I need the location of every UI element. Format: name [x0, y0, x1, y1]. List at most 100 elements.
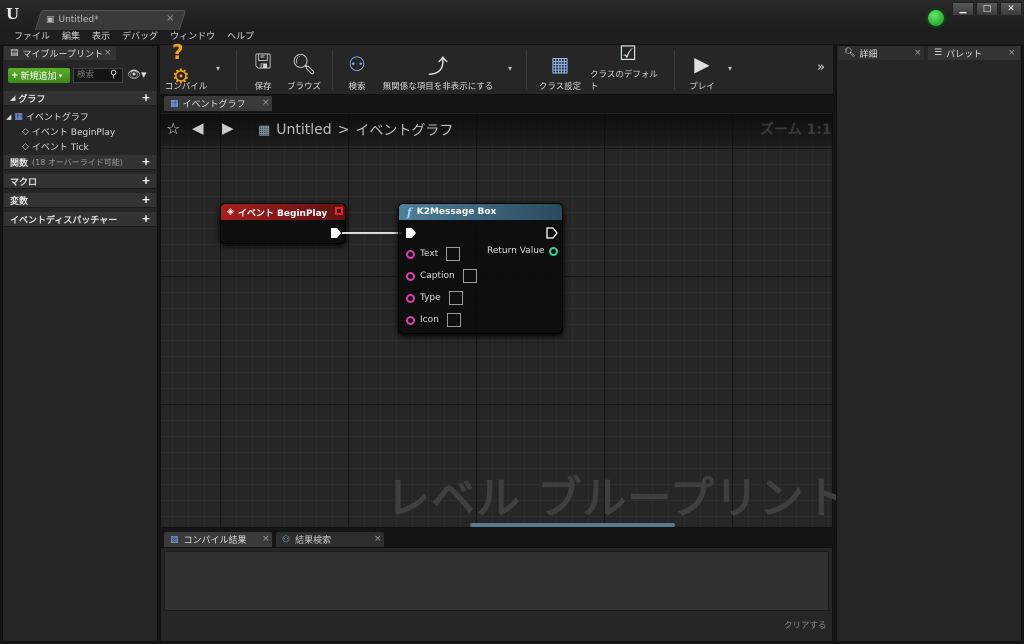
tree-item-event-beginplay-label: イベント BeginPlay	[31, 128, 116, 138]
compile-results-tab-close-icon[interactable]: ×	[262, 534, 270, 544]
book-icon: ▤	[10, 48, 19, 58]
details-tab-close-icon[interactable]: ×	[914, 48, 922, 58]
minimize-button[interactable]: ▁	[952, 2, 974, 16]
tree-item-event-tick[interactable]: ◇ イベント Tick	[22, 140, 89, 154]
find-results-tab-close-icon[interactable]: ×	[374, 534, 382, 544]
type-input-pin[interactable]	[406, 293, 415, 303]
return-value-output-pin[interactable]	[549, 246, 559, 256]
binoculars-icon: ⚇	[348, 52, 366, 76]
document-tab[interactable]: ▣ Untitled*	[46, 12, 99, 28]
menu-file[interactable]: ファイル	[8, 30, 56, 44]
play-button[interactable]: ▶ プレイ	[682, 48, 722, 92]
class-settings-icon: ▦	[550, 52, 570, 76]
menu-debug[interactable]: デバッグ	[116, 30, 164, 44]
palette-tab[interactable]: ☰ パレット	[928, 46, 1020, 60]
toolbar-separator	[526, 50, 527, 90]
compile-results-log	[164, 551, 829, 611]
find-results-tab[interactable]: ⚇ 結果検索	[276, 532, 384, 547]
add-function-plus-icon[interactable]: +	[140, 156, 152, 168]
find-button[interactable]: ⚇ 検索	[340, 48, 374, 92]
class-defaults-button[interactable]: ☑ クラスのデフォルト	[590, 41, 666, 92]
tree-item-event-tick-label: イベント Tick	[31, 143, 89, 153]
exec-output-pin-icon[interactable]	[546, 227, 558, 239]
class-settings-button[interactable]: ▦ クラス設定	[536, 48, 584, 92]
source-control-status-icon[interactable]	[926, 8, 946, 28]
add-dispatcher-plus-icon[interactable]: +	[140, 213, 152, 225]
forward-arrow-icon[interactable]: ▶	[222, 119, 234, 137]
exec-wire[interactable]	[342, 232, 402, 234]
breadcrumb-separator: >	[337, 122, 350, 138]
compile-results-tab-label: コンパイル結果	[183, 536, 247, 546]
text-input-pin[interactable]	[406, 249, 415, 259]
hide-unrelated-button[interactable]: ⤴ 無関係な項目を非表示にする	[378, 48, 498, 93]
add-new-button[interactable]: + 新規追加 ▾	[8, 68, 70, 83]
add-variable-plus-icon[interactable]: +	[140, 194, 152, 206]
back-arrow-icon[interactable]: ◀	[192, 119, 204, 137]
details-tab[interactable]: 🔍︎ 詳細	[838, 46, 924, 60]
delegate-pin[interactable]	[335, 207, 343, 215]
toolbar-overflow-icon[interactable]: »	[817, 60, 825, 75]
search-icon[interactable]: ⚲	[110, 69, 117, 80]
save-button[interactable]: 🖫 保存	[246, 48, 280, 92]
compile-dropdown-icon[interactable]: ▾	[216, 64, 220, 73]
view-options-eye-icon[interactable]: 👁︎▾	[127, 68, 147, 81]
message-box-node-title: K2Message Box	[416, 207, 497, 217]
section-functions[interactable]: 関数 (18 オーバーライド可能) +	[4, 155, 156, 170]
section-macros[interactable]: マクロ +	[4, 174, 156, 189]
document-tab-close-icon[interactable]: ×	[166, 13, 174, 24]
favorite-star-icon[interactable]: ☆	[166, 119, 180, 138]
maximize-button[interactable]: □	[976, 2, 998, 16]
section-event-dispatchers[interactable]: イベントディスパッチャー +	[4, 212, 156, 227]
breadcrumb-current[interactable]: イベントグラフ	[355, 120, 453, 140]
dropdown-arrow-icon: ▾	[58, 71, 63, 80]
event-graph-tab[interactable]: ▦ イベントグラフ	[164, 96, 272, 111]
class-settings-label: クラス設定	[538, 82, 582, 92]
exec-output-pin-icon[interactable]	[330, 227, 342, 239]
icon-value-box[interactable]	[446, 313, 461, 327]
event-graph-tab-label: イベントグラフ	[182, 100, 246, 110]
event-diamond-icon: ◈	[227, 207, 234, 217]
text-value-box[interactable]	[446, 247, 461, 261]
message-box-node-header[interactable]: f K2Message Box	[399, 204, 562, 220]
close-window-button[interactable]: ✕	[1000, 2, 1022, 16]
event-beginplay-node-header[interactable]: ◈ イベント BeginPlay	[221, 204, 345, 220]
graph-scrollbar[interactable]	[470, 523, 675, 527]
hide-unrelated-dropdown-icon[interactable]: ▾	[508, 64, 512, 73]
compile-results-tab[interactable]: ▧ コンパイル結果	[164, 532, 272, 547]
section-graphs[interactable]: ◢ グラフ +	[4, 91, 156, 106]
class-defaults-label: クラスのデフォルト	[590, 70, 658, 92]
exec-input-pin-icon[interactable]	[405, 227, 417, 239]
section-variables[interactable]: 変数 +	[4, 193, 156, 208]
palette-tab-close-icon[interactable]: ×	[1008, 48, 1016, 58]
tree-item-event-graph[interactable]: ◢ ▦ イベントグラフ	[6, 110, 89, 124]
type-value-box[interactable]	[448, 291, 463, 305]
class-defaults-icon: ☑	[619, 41, 637, 65]
add-graph-plus-icon[interactable]: +	[140, 92, 152, 104]
compile-button[interactable]: ?⚙ コンパイル	[164, 40, 208, 92]
menu-help[interactable]: ヘルプ	[221, 30, 260, 44]
menu-edit[interactable]: 編集	[56, 30, 86, 44]
tree-item-event-beginplay[interactable]: ◇ イベント BeginPlay	[22, 125, 116, 139]
graph-grid-icon: ▦	[170, 98, 179, 109]
clear-button[interactable]: クリアする	[784, 619, 827, 631]
play-dropdown-icon[interactable]: ▾	[728, 64, 732, 73]
breadcrumb-root[interactable]: Untitled	[276, 122, 331, 138]
collapse-arrow-icon: ◢	[6, 112, 12, 121]
my-blueprint-tab[interactable]: ▤ マイブループリント	[4, 46, 116, 60]
caption-input-pin[interactable]	[406, 271, 415, 281]
toolbar-separator	[332, 50, 333, 90]
my-blueprint-tab-close-icon[interactable]: ×	[104, 48, 112, 58]
caption-value-box[interactable]	[462, 269, 477, 283]
graph-grid-icon: ▦	[258, 122, 271, 138]
icon-input-pin[interactable]	[406, 315, 415, 325]
menu-view[interactable]: 表示	[86, 30, 116, 44]
browse-button[interactable]: 🔍︎ ブラウズ	[282, 48, 326, 92]
find-label: 検索	[348, 82, 366, 92]
breadcrumb: ▦ Untitled > イベントグラフ	[258, 120, 453, 140]
add-macro-plus-icon[interactable]: +	[140, 175, 152, 187]
palette-list-icon: ☰	[934, 48, 943, 58]
event-graph-tab-close-icon[interactable]: ×	[262, 98, 270, 108]
compile-label: コンパイル	[164, 82, 208, 92]
section-graphs-label: グラフ	[18, 94, 46, 105]
pin-label-type: Type	[420, 293, 441, 303]
